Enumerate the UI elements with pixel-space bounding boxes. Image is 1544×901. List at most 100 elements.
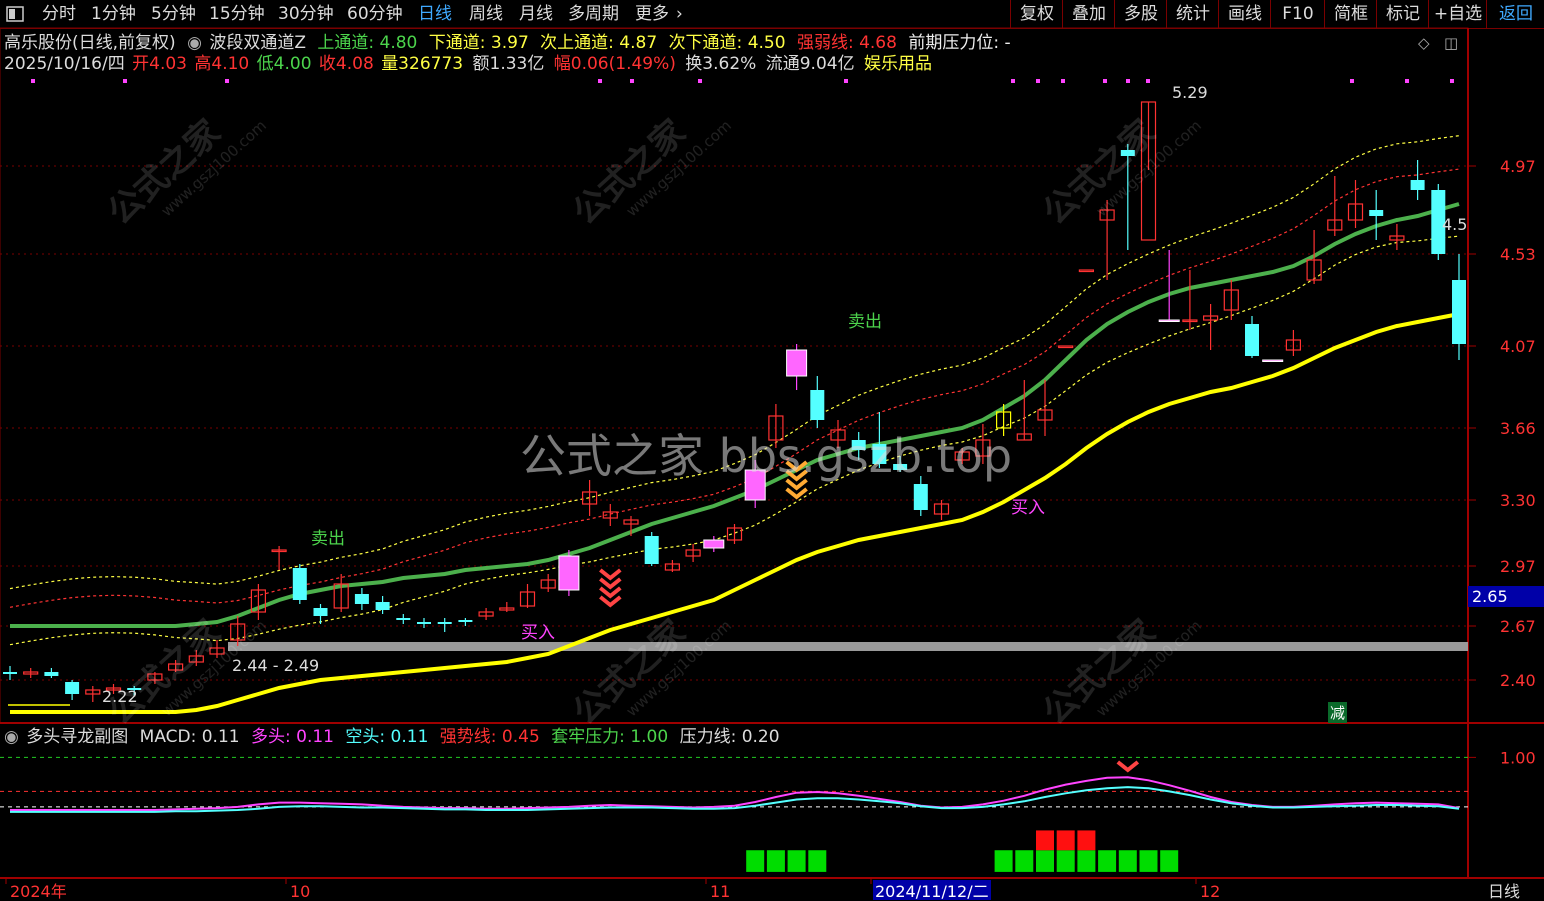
green-volume-bar bbox=[746, 850, 765, 872]
sub-macd-value: MACD: 0.11 bbox=[139, 727, 240, 747]
candle-body-down bbox=[644, 536, 659, 564]
price-axis: 4.97 4.53 4.07 3.66 3.30 2.97 2.67 2.40 bbox=[1468, 157, 1536, 690]
candle-body-down bbox=[3, 672, 17, 674]
support-band bbox=[228, 642, 1468, 651]
right-value-label: 4.5 bbox=[1442, 215, 1468, 234]
candle-body-down bbox=[1410, 180, 1425, 190]
period-label: 日线 bbox=[1488, 882, 1520, 901]
green-volume-bar bbox=[1056, 850, 1075, 872]
candle-body-highlight bbox=[558, 555, 580, 591]
signal-dot bbox=[630, 79, 634, 83]
time-axis-label: 11 bbox=[710, 882, 730, 901]
quote-change: 幅0.06(1.49%) bbox=[553, 54, 676, 74]
candle-body-down bbox=[417, 622, 431, 624]
signal-dot bbox=[1126, 79, 1130, 83]
sub-pressure-value: 压力线: 0.20 bbox=[679, 727, 780, 747]
sub-dropdown-icon[interactable]: ◉ bbox=[4, 727, 19, 747]
signal-dot bbox=[123, 79, 127, 83]
price-axis-label: 3.30 bbox=[1500, 491, 1536, 510]
ma-green-line bbox=[10, 202, 1460, 628]
lower-channel-value: 下通道: 3.97 bbox=[428, 33, 529, 53]
candle-body-down bbox=[810, 390, 825, 420]
candle-body-down bbox=[65, 682, 80, 694]
red-volume-bar bbox=[1056, 830, 1075, 851]
high-price-label: 5.29 bbox=[1172, 83, 1208, 102]
pressure-level-value: 前期压力位: - bbox=[908, 33, 1011, 53]
green-volume-bar bbox=[1118, 850, 1137, 872]
quote-float: 流通9.04亿 bbox=[765, 54, 855, 74]
candle-body-down bbox=[1369, 210, 1384, 216]
candle-body-down bbox=[354, 594, 369, 604]
candle-body-highlight bbox=[786, 349, 808, 377]
green-volume-bar bbox=[1098, 850, 1117, 872]
channel-lines bbox=[9, 135, 1460, 646]
green-volume-bar bbox=[1139, 850, 1158, 872]
buy-signal-1: 买入 bbox=[521, 623, 555, 643]
candle-body-highlight bbox=[703, 539, 725, 549]
green-volume-bar bbox=[808, 850, 827, 872]
quote-turnover: 换3.62% bbox=[685, 54, 757, 74]
signal-dot bbox=[1405, 79, 1409, 83]
candle-body-down bbox=[437, 622, 452, 624]
diamond-icon[interactable]: ◇ bbox=[1418, 34, 1430, 52]
low-price-label: 2.22 bbox=[102, 687, 138, 706]
chevron-down-icon bbox=[1116, 760, 1140, 773]
price-axis-label: 2.40 bbox=[1500, 671, 1536, 690]
upper-channel-value: 上通道: 4.80 bbox=[317, 33, 418, 53]
quote-line: 2025/10/16/四 开4.03 高4.10 低4.00 收4.08 量32… bbox=[4, 53, 938, 75]
sub-upper-channel-value: 次上通道: 4.87 bbox=[540, 33, 658, 53]
buy-signal-2: 买入 bbox=[1011, 498, 1045, 518]
candle-body-highlight bbox=[1158, 319, 1180, 322]
time-axis-label: 10 bbox=[290, 882, 310, 901]
indicator-name[interactable]: 波段双通道Z bbox=[209, 33, 306, 53]
candle-body-highlight bbox=[1262, 359, 1284, 362]
green-volume-bar bbox=[1015, 850, 1034, 872]
sub-strong-value: 强势线: 0.45 bbox=[439, 727, 540, 747]
price-axis-label: 4.07 bbox=[1500, 337, 1536, 356]
red-volume-bar bbox=[1077, 830, 1096, 851]
green-volume-bar bbox=[1077, 850, 1096, 872]
quote-amount: 额1.33亿 bbox=[472, 54, 545, 74]
sub-indicator-name[interactable]: 多头寻龙副图 bbox=[26, 727, 128, 747]
sub-axis-label: 1.00 bbox=[1500, 748, 1536, 767]
candle-body-down bbox=[1452, 280, 1466, 344]
signal-dots bbox=[31, 79, 1454, 83]
price-axis-label: 4.97 bbox=[1500, 157, 1536, 176]
green-volume-bar bbox=[766, 850, 785, 872]
sub-long-value: 多头: 0.11 bbox=[251, 727, 334, 747]
candle-body-down bbox=[1245, 324, 1259, 356]
signal-dot bbox=[1450, 79, 1454, 83]
quote-open: 开4.03 bbox=[132, 54, 187, 74]
indicator-header: 高乐股份(日线,前复权) ◉ 波段双通道Z 上通道: 4.80 下通道: 3.9… bbox=[4, 32, 1017, 54]
signal-dot bbox=[31, 79, 35, 83]
price-axis-label: 2.67 bbox=[1500, 617, 1536, 636]
signal-dot bbox=[1103, 79, 1107, 83]
candle-body-down bbox=[913, 484, 928, 510]
candle-body-down bbox=[44, 672, 59, 676]
range-label: 2.44 - 2.49 bbox=[232, 656, 320, 675]
sub-indicator-panel: 1.00 bbox=[0, 748, 1536, 872]
time-axis-label: 2024/11/12/二 bbox=[875, 882, 989, 901]
price-axis-label: 2.97 bbox=[1500, 557, 1536, 576]
candle-body-down bbox=[313, 608, 328, 616]
candle-body-down bbox=[458, 620, 473, 622]
green-volume-bar bbox=[994, 850, 1013, 872]
time-axis: 2024年 10 11 2024/11/12/二 12 日线 bbox=[5, 878, 1520, 901]
signal-dot bbox=[1146, 79, 1150, 83]
quote-volume: 量326773 bbox=[381, 54, 464, 74]
sub-short-value: 空头: 0.11 bbox=[345, 727, 429, 747]
signal-dot bbox=[1350, 79, 1354, 83]
stock-title: 高乐股份(日线,前复权) bbox=[4, 33, 176, 53]
signal-dot bbox=[698, 79, 702, 83]
time-axis-label: 12 bbox=[1200, 882, 1220, 901]
quote-sector[interactable]: 娱乐用品 bbox=[864, 54, 932, 74]
signal-dot bbox=[1011, 79, 1015, 83]
panel-toggle-icon[interactable]: ◫ bbox=[1444, 34, 1458, 52]
price-axis-label: 3.66 bbox=[1500, 419, 1536, 438]
green-volume-bar bbox=[787, 850, 806, 872]
dropdown-icon[interactable]: ◉ bbox=[187, 33, 202, 53]
upper-channel-line bbox=[9, 135, 1460, 590]
quote-date: 2025/10/16/四 bbox=[4, 54, 125, 74]
signal-dot bbox=[1036, 79, 1040, 83]
sell-signal-2: 卖出 bbox=[848, 312, 882, 332]
